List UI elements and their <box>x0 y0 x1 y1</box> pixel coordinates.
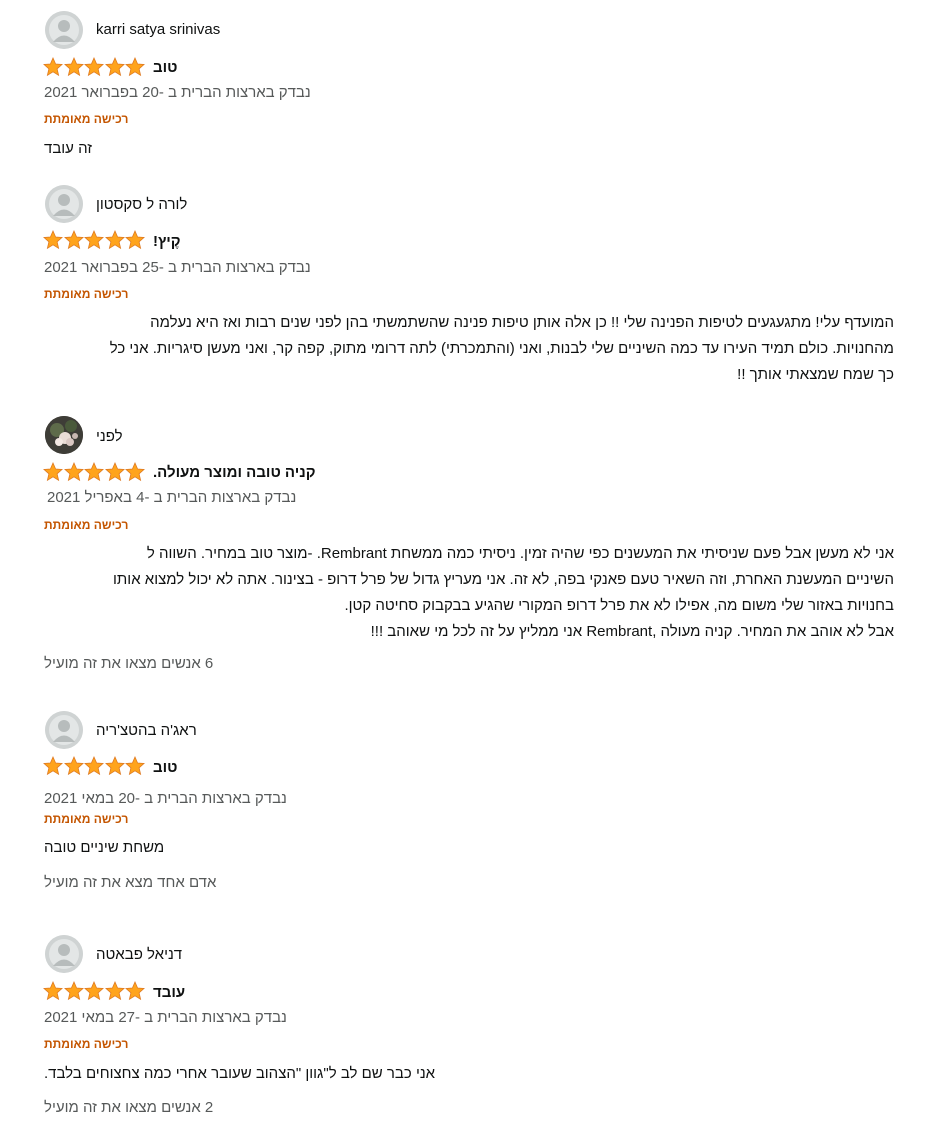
avatar-default-icon[interactable] <box>45 935 83 973</box>
star-icon <box>125 981 145 1001</box>
star-icon <box>104 462 125 482</box>
review-author[interactable]: לורה ל סקסטון <box>96 196 187 213</box>
review-date: נבדק בארצות הברית ב -25 בפברואר 2021 <box>44 259 311 276</box>
star-icon <box>84 462 104 482</box>
verified-purchase-badge: רכישה מאומתת <box>44 812 129 826</box>
review-body: משחת שיניים טובה <box>44 839 165 856</box>
star-icon <box>43 230 63 250</box>
star-rating[interactable] <box>43 230 146 250</box>
review-title[interactable]: עובד <box>153 984 185 1001</box>
star-icon <box>104 756 125 776</box>
review-title[interactable]: קֶיץ! <box>153 233 181 250</box>
review-date: נבדק בארצות הברית ב -27 במאי 2021 <box>44 1009 287 1026</box>
review-body: אני כבר שם לב ל"גוון "הצהוב שעובר אחרי כ… <box>44 1065 436 1082</box>
star-icon <box>104 57 125 77</box>
avatar-default-icon[interactable] <box>45 711 83 749</box>
star-icon <box>43 981 63 1001</box>
avatar-default-icon[interactable] <box>45 11 83 49</box>
star-icon <box>84 230 104 250</box>
review-author[interactable]: דניאל פבאטה <box>96 946 182 963</box>
star-icon <box>84 981 104 1001</box>
review-body: אני לא מעשן אבל פעם שניסיתי את המעשנים כ… <box>113 545 894 640</box>
helpful-count: 6 אנשים מצאו את זה מועיל <box>44 655 214 672</box>
verified-purchase-badge: רכישה מאומתת <box>44 112 129 126</box>
verified-purchase-badge: רכישה מאומתת <box>44 287 129 301</box>
star-icon <box>104 981 125 1001</box>
star-rating[interactable] <box>43 756 146 776</box>
review-author[interactable]: לפני <box>96 428 123 445</box>
star-icon <box>63 57 84 77</box>
review-body: המועדף עלי! מתגעגעים לטיפות הפנינה שלי !… <box>109 314 894 383</box>
star-icon <box>63 981 84 1001</box>
star-icon <box>84 57 104 77</box>
verified-purchase-badge: רכישה מאומתת <box>44 518 129 532</box>
helpful-count: 2 אנשים מצאו את זה מועיל <box>44 1099 214 1116</box>
helpful-count: אדם אחד מצא את זה מועיל <box>44 874 217 891</box>
verified-purchase-badge: רכישה מאומתת <box>44 1037 129 1051</box>
star-icon <box>125 230 145 250</box>
profile-photo-icon[interactable] <box>45 416 83 454</box>
review-date: נבדק בארצות הברית ב -20 בפברואר 2021 <box>44 84 311 101</box>
review-title[interactable]: קניה טובה ומוצר מעולה. <box>153 464 316 481</box>
review-date: נבדק בארצות הברית ב -20 במאי 2021 <box>44 790 287 807</box>
star-rating[interactable] <box>43 981 146 1001</box>
review-date: נבדק בארצות הברית ב -4 באפריל 2021 <box>47 489 297 506</box>
review-author[interactable]: ראג'ה בהטצ'ריה <box>96 722 197 739</box>
review-title[interactable]: טוב <box>153 759 177 776</box>
star-icon <box>84 756 104 776</box>
star-icon <box>43 756 63 776</box>
star-icon <box>125 57 145 77</box>
star-icon <box>43 462 63 482</box>
avatar-default-icon[interactable] <box>45 185 83 223</box>
star-icon <box>104 230 125 250</box>
star-icon <box>63 462 84 482</box>
review-title[interactable]: טוב <box>153 59 177 76</box>
review-author[interactable]: karri satya srinivas <box>96 21 220 38</box>
star-icon <box>125 756 145 776</box>
star-rating[interactable] <box>43 462 146 482</box>
star-icon <box>63 230 84 250</box>
review-body: זה עובד <box>44 140 93 157</box>
star-icon <box>63 756 84 776</box>
star-rating[interactable] <box>43 57 146 77</box>
star-icon <box>125 462 145 482</box>
star-icon <box>43 57 63 77</box>
